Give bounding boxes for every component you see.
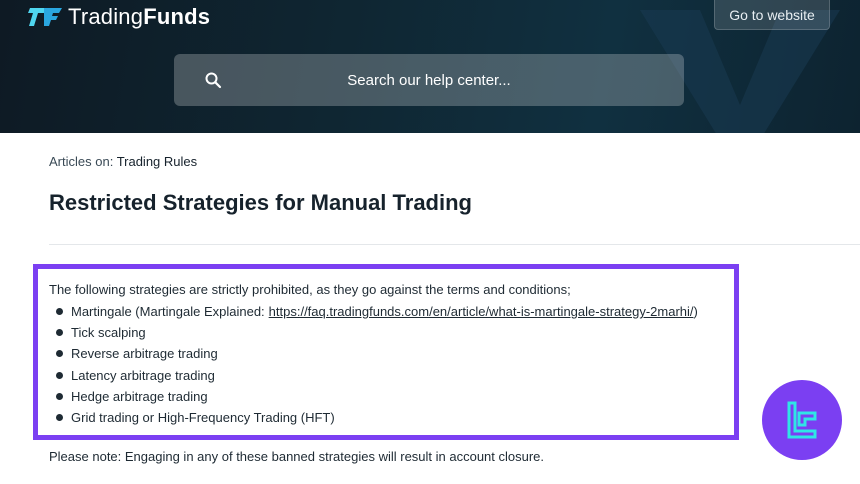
logo-icon — [28, 8, 62, 26]
bullet-icon — [56, 371, 63, 379]
intro-text: The following strategies are strictly pr… — [49, 282, 571, 297]
bullet-icon — [56, 350, 63, 358]
go-to-website-button[interactable]: Go to website — [714, 0, 830, 30]
bullet-icon — [56, 414, 63, 422]
list-item: Reverse arbitrage trading — [56, 343, 698, 364]
brand-logo[interactable]: TradingFunds — [28, 4, 210, 30]
breadcrumb-prefix: Articles on: — [49, 154, 117, 169]
restricted-strategies-list: Martingale (Martingale Explained: https:… — [56, 301, 698, 428]
breadcrumb: Articles on: Trading Rules — [49, 154, 197, 169]
page-title: Restricted Strategies for Manual Trading — [49, 190, 472, 215]
search-icon — [205, 72, 222, 89]
bullet-icon — [56, 329, 63, 337]
list-item: Latency arbitrage trading — [56, 365, 698, 386]
search-bar[interactable]: Search our help center... — [174, 54, 684, 106]
badge-logo-icon — [787, 401, 817, 439]
breadcrumb-link[interactable]: Trading Rules — [117, 154, 197, 169]
martingale-link[interactable]: https://faq.tradingfunds.com/en/article/… — [269, 304, 694, 319]
closure-note: Please note: Engaging in any of these ba… — [49, 449, 545, 464]
list-item: Martingale (Martingale Explained: https:… — [56, 301, 698, 322]
site-header: TradingFunds Go to website Search our he… — [0, 0, 860, 133]
search-input[interactable]: Search our help center... — [174, 72, 684, 89]
list-item: Hedge arbitrage trading — [56, 386, 698, 407]
bullet-icon — [56, 308, 63, 316]
list-item: Grid trading or High-Frequency Trading (… — [56, 407, 698, 428]
bullet-icon — [56, 392, 63, 400]
logo-text: TradingFunds — [68, 4, 211, 29]
divider — [49, 244, 860, 245]
list-item: Tick scalping — [56, 322, 698, 343]
watermark-badge — [762, 380, 842, 460]
